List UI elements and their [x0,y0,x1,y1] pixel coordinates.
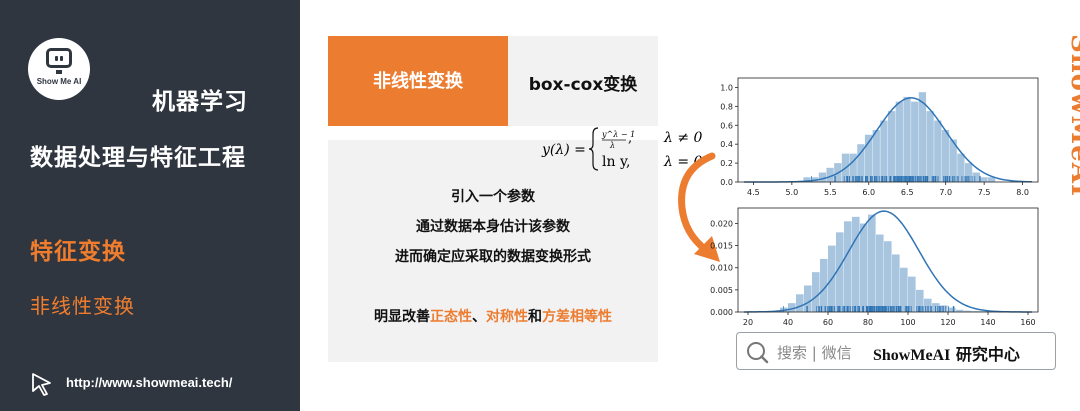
hist-after-bar [844,221,852,312]
search-placeholder: 搜索 | 微信 [777,344,852,362]
hist-before-bar [888,111,896,182]
hist-before-y-tick-label: 0.2 [720,159,733,168]
section-title: 特征变换 [30,239,126,265]
hist-after-y-tick-label: 0.000 [710,308,733,317]
hist-before-y-tick-label: 0.6 [720,121,733,130]
logo-text: Show Me AI [36,77,82,86]
description-line-1: 引入一个参数 [451,189,535,205]
hist-after-x-tick-label: 80 [863,318,873,327]
hist-after-x-tick-label: 140 [980,318,995,327]
formula-case-2: ln y, [602,154,630,170]
hist-before-x-tick-label: 6.5 [901,188,914,197]
wechat-search-bar[interactable]: 搜索 | 微信 ShowMeAI 研究中心 [736,332,1056,370]
hist-before-y-tick-label: 0.0 [720,178,733,187]
description-line-2: 通过数据本身估计该参数 [416,219,570,235]
hist-after-bar [868,214,876,312]
subsection-title: 非线性变换 [30,294,135,318]
sidebar: Show Me AI 机器学习 数据处理与特征工程 特征变换 非线性变换 htt… [0,0,300,411]
site-url-link[interactable]: http://www.showmeai.tech/ [66,375,232,390]
hist-before-bar [972,172,980,182]
slide-content: 非线性变换 box-cox变换 引入一个参数 通过数据本身估计该参数 进而确定应… [300,0,1080,411]
hist-before-y-tick-label: 1.0 [720,83,733,92]
hist-before-bar [895,101,903,182]
watermark-text: ShowMeAI [1065,34,1080,197]
hist-before-bar [903,96,911,182]
hist-before-bar [911,101,919,182]
hist-before-bar [880,120,888,182]
hist-before-x-tick-label: 7.0 [939,188,952,197]
svg-text:,: , [628,131,632,146]
hist-before-x-tick-label: 6.0 [862,188,875,197]
hist-after-bar [884,241,892,312]
hist-before-y-tick-label: 0.4 [720,140,733,149]
hist-after-x-tick-label: 60 [823,318,833,327]
hist-before-x-tick-label: 8.0 [1016,188,1029,197]
hist-before-y-tick-label: 0.8 [720,102,733,111]
robot-icon [46,48,72,68]
hist-before-bar [872,130,880,182]
hist-after-bar [796,294,804,312]
hist-after-x-tick-label: 100 [900,318,915,327]
hist-after-y-tick-label: 0.005 [710,286,733,295]
hist-after-x-tick-label: 160 [1020,318,1035,327]
histogram-after: 20 40 60 80 100 120 140 160 0.000 0.005 0.010 0.015… [690,200,1050,330]
hist-after-x-tick-label: 40 [783,318,793,327]
hist-before-bar [918,92,927,182]
hist-before-bar [941,130,950,182]
hist-before-bar [980,177,988,182]
course-title: 机器学习 [152,89,248,115]
topic-tag-label: 非线性变换 [373,71,463,92]
hist-after-bar [900,267,908,312]
topic-tag: 非线性变换 [328,36,508,126]
hist-after-bar [852,216,860,312]
hist-before-x-tick-label: 7.5 [978,188,991,197]
topic-title: box-cox变换 [528,75,638,95]
hist-before-bar [934,120,942,182]
histogram-after-svg: 20 40 60 80 100 120 140 160 0.000 0.005 0.010 0.015… [710,207,1039,327]
hist-after-y-tick-label: 0.015 [710,242,733,251]
hist-before-bar [926,111,934,182]
histogram-before-svg: 4.5 5.0 5.5 6.0 6.5 7.0 7.5 8.0 0.0 0.2 0.4 0.6 0.8 1… [720,77,1039,197]
search-brand: ShowMeAI 研究中心 [873,345,1020,364]
showmeai-watermark: ShowMeAI [1065,34,1080,197]
formula-den: λ [609,141,615,150]
hist-after-x-tick-label: 20 [743,318,753,327]
hist-before-bar [818,172,827,182]
showmeai-logo: Show Me AI [28,38,90,100]
module-title: 数据处理与特征工程 [30,145,246,171]
topic-title-box: box-cox变换 [508,36,658,126]
description-line-3: 进而确定应采取的数据变换形式 [395,249,591,265]
hist-after-bar [860,223,868,312]
hist-after-y-tick-label: 0.010 [710,264,733,273]
histogram-before: 4.5 5.0 5.5 6.0 6.5 7.0 7.5 8.0 0.0 0.2 0.4 0.6 0.8 1… [690,70,1050,200]
hist-after-bar [892,254,900,312]
hist-after-x-tick-label: 120 [940,318,955,327]
hist-after-bar [876,234,884,312]
cursor-icon [32,373,51,396]
slide-frame: Show Me AI 机器学习 数据处理与特征工程 特征变换 非线性变换 htt… [0,0,1080,411]
formula-lhs: y(λ) = [541,142,586,158]
hist-before-x-tick-label: 5.5 [824,188,837,197]
search-icon [747,342,769,364]
hist-after-y-tick-label: 0.020 [710,219,733,228]
hist-after-bar [948,307,956,312]
hist-before-x-tick-label: 4.5 [747,188,760,197]
summary-line: 明显改善正态性、对称性和方差相等性 [374,309,612,325]
hist-before-x-tick-label: 5.0 [785,188,798,197]
hist-after-bar [932,303,940,312]
